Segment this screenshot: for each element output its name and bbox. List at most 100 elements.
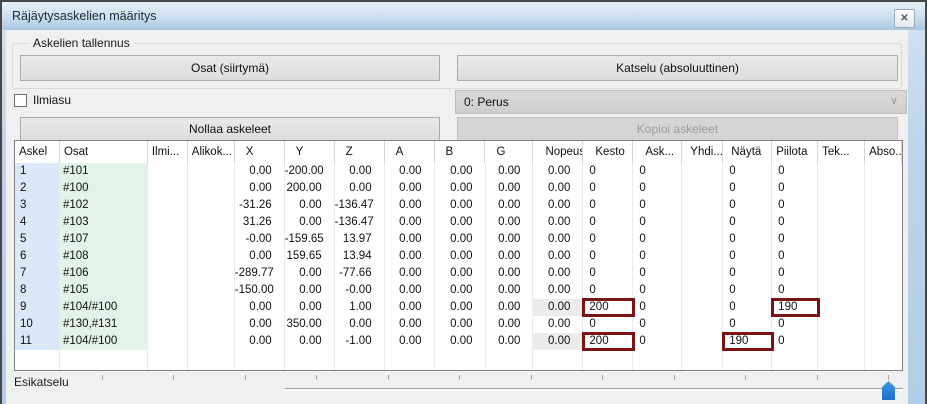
cell-tek[interactable]	[818, 248, 865, 265]
cell-nayta[interactable]: 190	[723, 333, 772, 350]
cell-nopeus[interactable]: 0.00	[533, 248, 583, 265]
cell-g[interactable]: 0.00	[486, 316, 534, 333]
cell-y[interactable]: 159.65	[285, 248, 335, 265]
cell-nayta[interactable]: 0	[723, 282, 772, 299]
cell-kesto[interactable]: 0	[583, 180, 633, 197]
cell-x[interactable]: -289.77	[235, 265, 285, 282]
cell-askel[interactable]: 8	[15, 282, 60, 299]
cell-alikok[interactable]	[188, 248, 235, 265]
cell-nopeus[interactable]: 0.00	[533, 163, 583, 180]
cell-b[interactable]: 0.00	[435, 248, 486, 265]
cell-alikok[interactable]	[188, 265, 235, 282]
cell-alikok[interactable]	[188, 197, 235, 214]
table-row[interactable]: 10#130,#1310.00350.000.000.000.000.000.0…	[15, 316, 902, 333]
cell-a[interactable]: 0.00	[385, 316, 435, 333]
column-header-z[interactable]: Z	[335, 141, 385, 163]
cell-ilmi[interactable]	[148, 231, 188, 248]
column-header-abso[interactable]: Abso...	[865, 141, 902, 163]
cell-abso[interactable]	[865, 282, 902, 299]
cell-abso[interactable]	[865, 248, 902, 265]
cell-piilota[interactable]: 0	[772, 265, 818, 282]
cell-a[interactable]: 0.00	[385, 299, 435, 316]
column-header-alikok[interactable]: Alikok...	[188, 141, 235, 163]
cell-osat[interactable]: #102	[60, 197, 148, 214]
column-header-a[interactable]: A	[385, 141, 435, 163]
cell-b[interactable]: 0.00	[435, 214, 486, 231]
cell-nayta[interactable]: 0	[723, 316, 772, 333]
column-header-x[interactable]: X	[235, 141, 285, 163]
column-header-yhdi[interactable]: Yhdi...	[682, 141, 723, 163]
cell-y[interactable]: 200.00	[285, 180, 335, 197]
cell-alikok[interactable]	[188, 180, 235, 197]
column-header-g[interactable]: G	[485, 141, 533, 163]
cell-g[interactable]: 0.00	[486, 197, 534, 214]
cell-tek[interactable]	[818, 197, 865, 214]
cell-kesto[interactable]: 0	[583, 248, 633, 265]
cell-z[interactable]: 0.00	[335, 163, 385, 180]
cell-osat[interactable]: #104/#100	[60, 299, 148, 316]
cell-y[interactable]: 350.00	[285, 316, 335, 333]
cell-abso[interactable]	[865, 180, 902, 197]
column-header-nayta[interactable]: Näytä	[723, 141, 772, 163]
cell-a[interactable]: 0.00	[385, 214, 435, 231]
column-header-askel[interactable]: Askel	[15, 141, 60, 163]
ilmiasu-checkbox[interactable]	[14, 94, 27, 107]
cell-tek[interactable]	[818, 180, 865, 197]
cell-y[interactable]: 0.00	[285, 333, 335, 350]
table-row[interactable]: 11#104/#1000.000.00-1.000.000.000.000.00…	[15, 333, 902, 350]
cell-z[interactable]: 0.00	[335, 180, 385, 197]
osat-siirtyma-button[interactable]: Osat (siirtymä)	[20, 55, 440, 81]
cell-nopeus[interactable]: 0.00	[533, 333, 583, 350]
cell-kesto[interactable]: 200	[583, 299, 633, 316]
cell-a[interactable]: 0.00	[385, 282, 435, 299]
table-row[interactable]: 8#105-150.000.00-0.000.000.000.000.00000…	[15, 282, 902, 299]
cell-g[interactable]: 0.00	[486, 231, 534, 248]
cell-askel[interactable]: 7	[15, 265, 60, 282]
cell-ilmi[interactable]	[148, 282, 188, 299]
close-button[interactable]: ✕	[894, 9, 915, 28]
cell-tek[interactable]	[818, 214, 865, 231]
cell-y[interactable]: 0.00	[285, 197, 335, 214]
cell-z[interactable]: -0.00	[335, 282, 385, 299]
cell-z[interactable]: -77.66	[335, 265, 385, 282]
cell-a[interactable]: 0.00	[385, 231, 435, 248]
table-row[interactable]: 2#1000.00200.000.000.000.000.000.000000	[15, 180, 902, 197]
column-header-y[interactable]: Y	[285, 141, 335, 163]
cell-alikok[interactable]	[188, 299, 235, 316]
cell-kesto[interactable]: 0	[583, 197, 633, 214]
cell-z[interactable]: -136.47	[335, 214, 385, 231]
cell-piilota[interactable]: 0	[772, 282, 818, 299]
cell-ask[interactable]: 0	[633, 214, 682, 231]
cell-nayta[interactable]: 0	[723, 214, 772, 231]
cell-tek[interactable]	[818, 316, 865, 333]
cell-b[interactable]: 0.00	[435, 265, 486, 282]
cell-g[interactable]: 0.00	[486, 299, 534, 316]
cell-x[interactable]: 31.26	[235, 214, 285, 231]
cell-x[interactable]: -0.00	[235, 231, 285, 248]
cell-y[interactable]: 0.00	[285, 265, 335, 282]
cell-osat[interactable]: #130,#131	[60, 316, 148, 333]
cell-osat[interactable]: #101	[60, 163, 148, 180]
cell-x[interactable]: 0.00	[235, 180, 285, 197]
cell-kesto[interactable]: 0	[583, 282, 633, 299]
cell-ask[interactable]: 0	[633, 180, 682, 197]
cell-ask[interactable]: 0	[633, 265, 682, 282]
cell-x[interactable]: 0.00	[235, 333, 285, 350]
cell-alikok[interactable]	[188, 214, 235, 231]
table-row[interactable]: 6#1080.00159.6513.940.000.000.000.000000	[15, 248, 902, 265]
cell-z[interactable]: -1.00	[335, 333, 385, 350]
cell-yhdi[interactable]	[682, 163, 723, 180]
cell-kesto[interactable]: 0	[583, 231, 633, 248]
cell-abso[interactable]	[865, 231, 902, 248]
cell-g[interactable]: 0.00	[486, 282, 534, 299]
column-header-nopeus[interactable]: Nopeus	[533, 141, 583, 163]
cell-nopeus[interactable]: 0.00	[533, 299, 583, 316]
nollaa-askeleet-button[interactable]: Nollaa askeleet	[20, 117, 440, 141]
cell-ilmi[interactable]	[148, 299, 188, 316]
cell-abso[interactable]	[865, 299, 902, 316]
cell-x[interactable]: 0.00	[235, 316, 285, 333]
cell-osat[interactable]: #107	[60, 231, 148, 248]
cell-osat[interactable]: #104/#100	[60, 333, 148, 350]
cell-ask[interactable]: 0	[633, 299, 682, 316]
cell-kesto[interactable]: 0	[583, 214, 633, 231]
